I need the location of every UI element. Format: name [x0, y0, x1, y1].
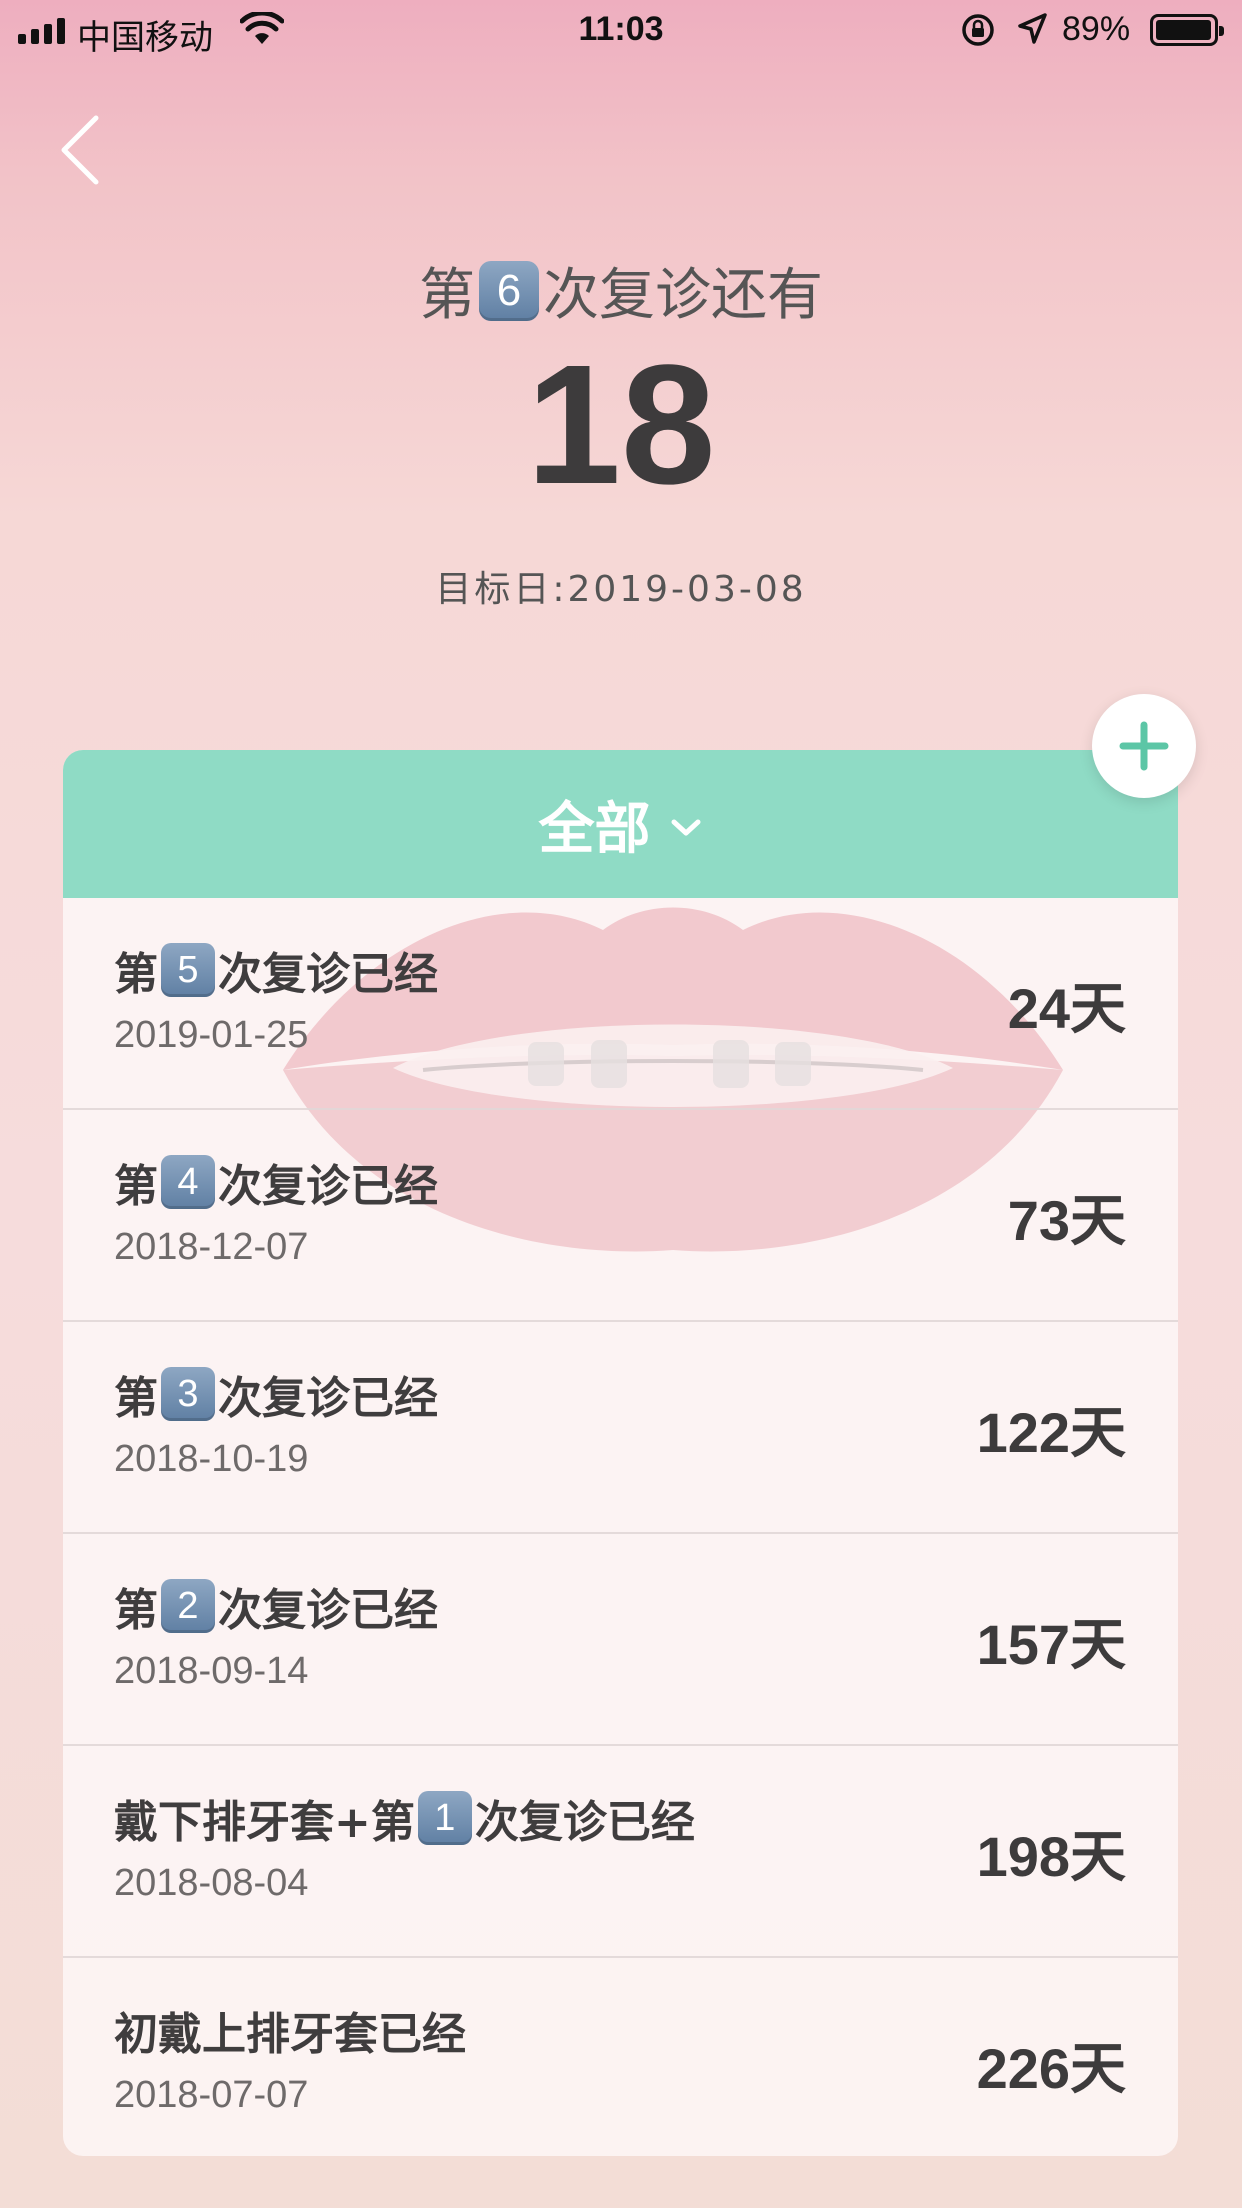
visit-title-prefix: 戴下排牙套+第 — [114, 1797, 415, 1848]
rotation-lock-icon — [960, 12, 996, 57]
visit-title-prefix: 初戴上排牙套已经 — [114, 2009, 466, 2060]
days-elapsed: 73 天 — [1008, 1176, 1126, 1257]
visit-date: 2019-01-25 — [114, 1014, 309, 1056]
plus-icon — [1119, 721, 1169, 771]
days-elapsed-number: 24 — [1007, 977, 1070, 1040]
visit-row[interactable]: 戴下排牙套+第 1 次复诊已经 2018-08-04 198 天 — [63, 1746, 1178, 1958]
battery-percent: 89% — [1062, 10, 1131, 48]
visit-title: 第 4 次复诊已经 — [114, 1150, 438, 1214]
clock: 11:03 — [578, 10, 664, 48]
headline-prefix: 第 — [419, 263, 475, 328]
visit-number-badge: 3 — [161, 1367, 215, 1421]
visit-number-badge: 6 — [479, 260, 539, 321]
visit-title-prefix: 第 — [114, 949, 158, 1000]
visit-title-prefix: 第 — [114, 1373, 158, 1424]
visit-row[interactable]: 第 5 次复诊已经 2019-01-25 24 天 — [63, 898, 1178, 1110]
status-bar: 中国移动 11:03 89% — [0, 0, 1242, 60]
days-unit: 天 — [1070, 977, 1126, 1042]
visit-history-card: 全部 第 5 次复诊已经 2019-01-25 24 天第 4 次复诊已经 2018-12-07… — [63, 750, 1178, 2156]
visit-date: 2018-10-19 — [114, 1438, 309, 1480]
filter-dropdown[interactable]: 全部 — [63, 750, 1178, 898]
visit-title: 第 3 次复诊已经 — [114, 1362, 438, 1426]
days-elapsed: 226 天 — [977, 2024, 1126, 2105]
visit-list: 第 5 次复诊已经 2019-01-25 24 天第 4 次复诊已经 2018-12-07 73 天… — [63, 898, 1178, 2156]
days-elapsed-number: 157 — [976, 1613, 1070, 1676]
visit-title: 第 2 次复诊已经 — [114, 1574, 438, 1638]
headline-suffix: 次复诊还有 — [543, 263, 823, 328]
visit-row[interactable]: 第 3 次复诊已经 2018-10-19 122 天 — [63, 1322, 1178, 1534]
days-unit: 天 — [1070, 1825, 1126, 1890]
days-unit: 天 — [1070, 2037, 1126, 2102]
filter-label: 全部 — [538, 796, 651, 862]
visit-date: 2018-09-14 — [114, 1650, 309, 1692]
days-elapsed: 122 天 — [977, 1388, 1126, 1469]
battery-fill — [1156, 20, 1212, 40]
location-icon — [1016, 12, 1048, 55]
visit-title-suffix: 次复诊已经 — [218, 949, 438, 1000]
days-elapsed-number: 198 — [976, 1825, 1070, 1888]
visit-number-badge: 2 — [161, 1579, 215, 1633]
visit-title: 初戴上排牙套已经 — [114, 1998, 466, 2062]
visit-date: 2018-12-07 — [114, 1226, 309, 1268]
days-remaining: 18 — [526, 330, 716, 520]
days-elapsed: 157 天 — [977, 1600, 1126, 1681]
visit-row[interactable]: 初戴上排牙套已经 2018-07-07 226 天 — [63, 1958, 1178, 2156]
days-elapsed: 198 天 — [977, 1812, 1126, 1893]
visit-number-badge: 5 — [161, 943, 215, 997]
back-chevron-icon — [61, 115, 99, 185]
back-button[interactable] — [56, 112, 106, 188]
battery-icon — [1150, 14, 1224, 46]
visit-number-badge: 4 — [161, 1155, 215, 1209]
visit-title-prefix: 第 — [114, 1161, 158, 1212]
visit-title-suffix: 次复诊已经 — [218, 1373, 438, 1424]
visit-date: 2018-08-04 — [114, 1862, 309, 1904]
target-date: 目标日:2019-03-08 — [435, 569, 807, 610]
visit-title-suffix: 次复诊已经 — [474, 1797, 695, 1848]
visit-title-prefix: 第 — [114, 1585, 158, 1636]
visit-title-suffix: 次复诊已经 — [218, 1585, 438, 1636]
visit-date: 2018-07-07 — [114, 2074, 309, 2116]
days-elapsed-number: 73 — [1007, 1189, 1070, 1252]
add-button[interactable] — [1092, 694, 1196, 798]
days-elapsed: 24 天 — [1008, 964, 1126, 1045]
next-visit-headline: 第 6 次复诊还有 — [0, 250, 1242, 331]
days-elapsed-number: 122 — [976, 1401, 1070, 1464]
days-unit: 天 — [1070, 1189, 1126, 1254]
days-unit: 天 — [1070, 1401, 1126, 1466]
chevron-down-icon — [671, 819, 700, 836]
days-elapsed-number: 226 — [976, 2037, 1070, 2100]
visit-title: 第 5 次复诊已经 — [114, 938, 438, 1002]
visit-title-suffix: 次复诊已经 — [218, 1161, 438, 1212]
visit-row[interactable]: 第 4 次复诊已经 2018-12-07 73 天 — [63, 1110, 1178, 1322]
visit-row[interactable]: 第 2 次复诊已经 2018-09-14 157 天 — [63, 1534, 1178, 1746]
visit-title: 戴下排牙套+第 1 次复诊已经 — [114, 1786, 695, 1850]
days-unit: 天 — [1070, 1613, 1126, 1678]
visit-number-badge: 1 — [417, 1791, 472, 1845]
